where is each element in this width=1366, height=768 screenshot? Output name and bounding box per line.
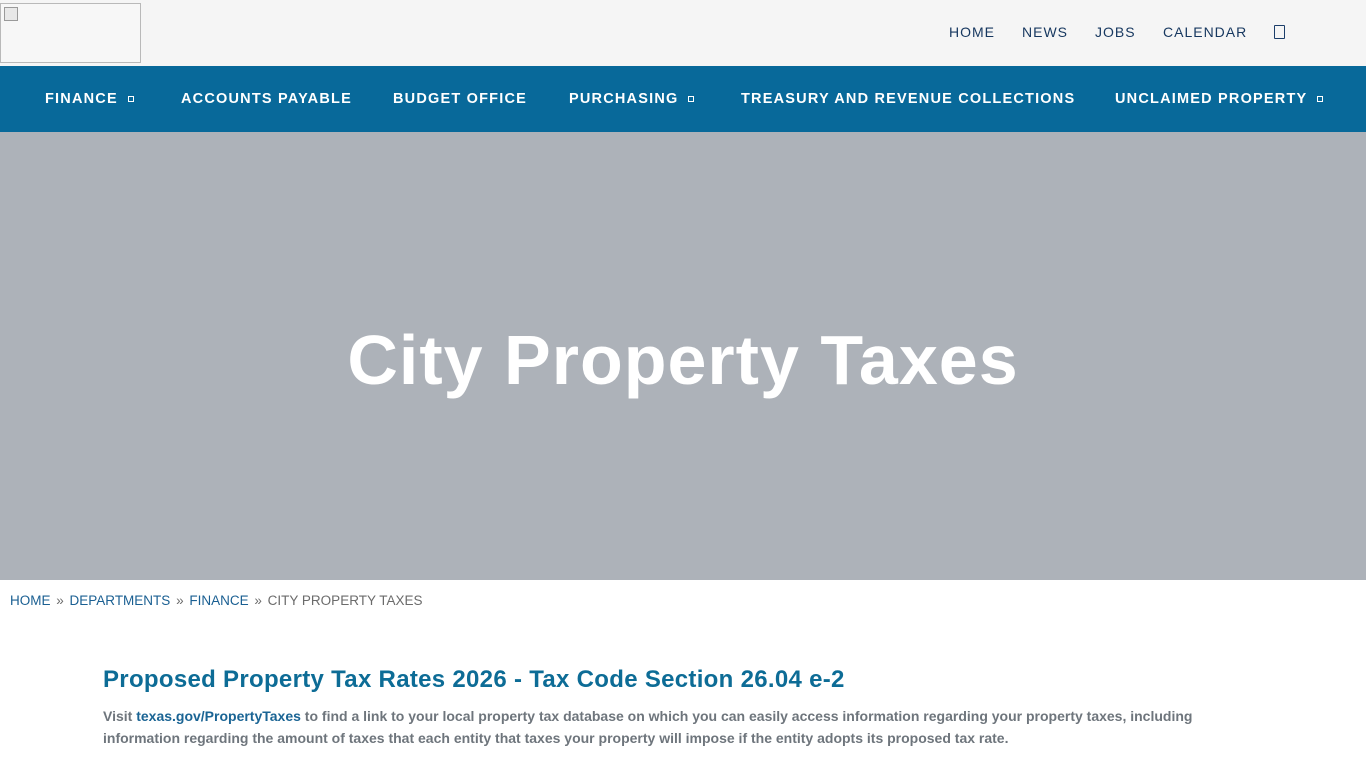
main-nav: FINANCE ACCOUNTS PAYABLE BUDGET OFFICE P… xyxy=(0,66,1366,132)
breadcrumb-current: CITY PROPERTY TAXES xyxy=(267,593,423,608)
main-content: Proposed Property Tax Rates 2026 - Tax C… xyxy=(103,665,1263,749)
intro-paragraph: Visit texas.gov/PropertyTaxes to find a … xyxy=(103,705,1263,749)
section-heading: Proposed Property Tax Rates 2026 - Tax C… xyxy=(103,666,845,693)
nav-item-unclaimed-property[interactable]: UNCLAIMED PROPERTY xyxy=(1115,66,1324,132)
page-title: City Property Taxes xyxy=(347,321,1019,399)
breadcrumb-separator: » xyxy=(254,593,262,608)
nav-item-label: BUDGET OFFICE xyxy=(393,91,528,107)
dropdown-icon xyxy=(688,96,695,102)
search-icon[interactable] xyxy=(1274,25,1285,39)
breadcrumb: HOME » DEPARTMENTS » FINANCE » CITY PROP… xyxy=(10,593,422,608)
utility-news-link[interactable]: NEWS xyxy=(1022,24,1068,40)
dropdown-icon xyxy=(1317,96,1324,102)
breadcrumb-finance[interactable]: FINANCE xyxy=(189,593,248,608)
property-taxes-link[interactable]: texas.gov/PropertyTaxes xyxy=(136,708,301,724)
top-bar: HOME NEWS JOBS CALENDAR xyxy=(0,0,1366,66)
utility-calendar-link[interactable]: CALENDAR xyxy=(1163,24,1247,40)
nav-item-treasury[interactable]: TREASURY AND REVENUE COLLECTIONS xyxy=(741,66,1075,132)
nav-item-finance[interactable]: FINANCE xyxy=(45,66,134,132)
nav-item-label: FINANCE xyxy=(45,91,118,107)
nav-item-purchasing[interactable]: PURCHASING xyxy=(569,66,695,132)
utility-jobs-link[interactable]: JOBS xyxy=(1095,24,1136,40)
nav-item-label: PURCHASING xyxy=(569,91,679,107)
paragraph-prefix: Visit xyxy=(103,708,137,724)
nav-item-label: ACCOUNTS PAYABLE xyxy=(181,91,352,107)
nav-item-label: UNCLAIMED PROPERTY xyxy=(1115,91,1308,107)
broken-image-icon xyxy=(4,7,18,21)
nav-item-accounts-payable[interactable]: ACCOUNTS PAYABLE xyxy=(181,66,352,132)
dropdown-icon xyxy=(127,96,134,102)
nav-item-label: TREASURY AND REVENUE COLLECTIONS xyxy=(741,91,1076,107)
breadcrumb-home[interactable]: HOME xyxy=(10,593,51,608)
breadcrumb-separator: » xyxy=(176,593,184,608)
site-logo[interactable] xyxy=(0,3,141,63)
breadcrumb-departments[interactable]: DEPARTMENTS xyxy=(70,593,171,608)
breadcrumb-separator: » xyxy=(56,593,64,608)
nav-item-budget-office[interactable]: BUDGET OFFICE xyxy=(393,66,527,132)
utility-home-link[interactable]: HOME xyxy=(949,24,995,40)
hero-banner: City Property Taxes xyxy=(0,132,1366,580)
